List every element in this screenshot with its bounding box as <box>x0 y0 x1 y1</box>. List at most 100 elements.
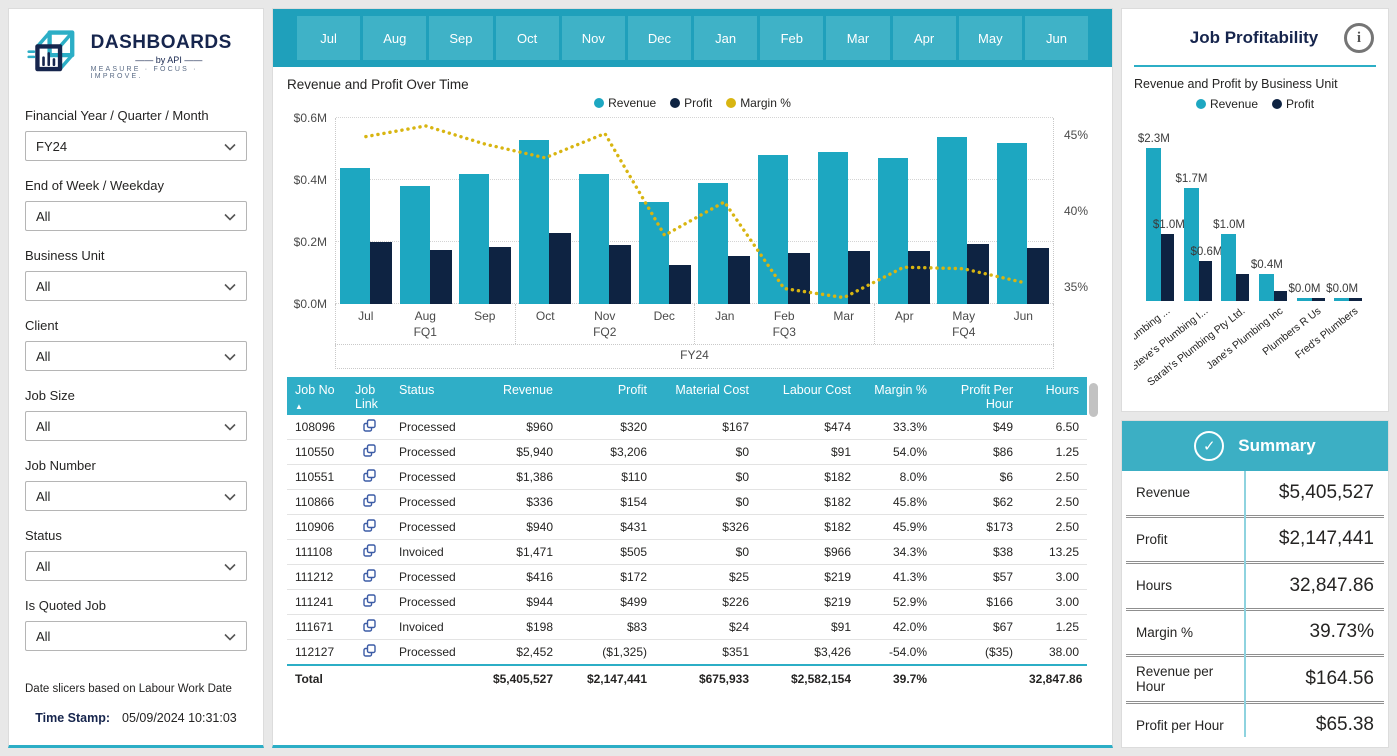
column-header-labour-cost[interactable]: Labour Cost <box>757 377 859 415</box>
tab-month-apr[interactable]: Apr <box>893 16 956 60</box>
link-icon[interactable] <box>363 471 376 485</box>
tab-month-feb[interactable]: Feb <box>760 16 823 60</box>
summary-value: $5,405,527 <box>1241 482 1374 504</box>
slicer-dropdown[interactable]: All <box>25 201 247 231</box>
tab-month-jun[interactable]: Jun <box>1025 16 1088 60</box>
cell-value: $167 <box>655 415 757 440</box>
slicer-dropdown[interactable]: All <box>25 271 247 301</box>
table-row[interactable]: 110866Processed$336$154$0$18245.8%$622.5… <box>287 490 1087 515</box>
tab-month-nov[interactable]: Nov <box>562 16 625 60</box>
slicer-dropdown[interactable]: All <box>25 621 247 651</box>
jobs-table-header: Job No▲Job LinkStatusRevenueProfitMateri… <box>287 377 1087 415</box>
bar-group-jan[interactable] <box>695 118 755 304</box>
cell-value: $960 <box>467 415 561 440</box>
column-header-material-cost[interactable]: Material Cost <box>655 377 757 415</box>
dashboard-page: DASHBOARDS —— by API —— MEASURE · FOCUS … <box>0 0 1397 756</box>
bar-group-feb[interactable] <box>754 118 814 304</box>
column-header-profit-per-hour[interactable]: Profit Per Hour <box>935 377 1021 415</box>
profit-bar <box>1199 261 1212 301</box>
column-header-revenue[interactable]: Revenue <box>467 377 561 415</box>
bar-group-aug[interactable] <box>396 118 456 304</box>
slicer-label: Job Number <box>25 458 247 473</box>
link-icon[interactable] <box>363 446 376 460</box>
column-header-job-no[interactable]: Job No▲ <box>287 377 347 415</box>
cell-value: $67 <box>935 615 1021 640</box>
bar-group-dec[interactable] <box>635 118 695 304</box>
link-icon[interactable] <box>363 521 376 535</box>
slicer-dropdown[interactable]: All <box>25 551 247 581</box>
cell-job-link <box>347 640 391 666</box>
cell-value: $226 <box>655 590 757 615</box>
y-axis-tick-label: $0.4M <box>294 173 327 187</box>
summary-card: ✓ Summary Revenue$5,405,527Profit$2,147,… <box>1121 420 1389 748</box>
link-icon[interactable] <box>363 596 376 610</box>
bar-group-jun[interactable] <box>993 118 1053 304</box>
chevron-down-icon <box>224 559 236 574</box>
summary-row-hours: Hours32,847.86 <box>1126 564 1384 611</box>
table-row[interactable]: 111671Invoiced$198$83$24$9142.0%$671.25 <box>287 615 1087 640</box>
cell-value: $0 <box>655 440 757 465</box>
slicer-label: Status <box>25 528 247 543</box>
revenue-bar <box>1184 188 1199 301</box>
slicer-dropdown[interactable]: All <box>25 341 247 371</box>
bar-group-mar[interactable] <box>814 118 874 304</box>
chart-title: Revenue and Profit Over Time <box>287 77 1098 92</box>
jobs-table-wrap: Job No▲Job LinkStatusRevenueProfitMateri… <box>287 377 1098 745</box>
bar-group-oct[interactable] <box>515 118 575 304</box>
cell-value: 13.25 <box>1021 540 1087 565</box>
column-header-margin-%[interactable]: Margin % <box>859 377 935 415</box>
bar-group-apr[interactable] <box>874 118 934 304</box>
bar-group-may[interactable] <box>934 118 994 304</box>
tab-month-mar[interactable]: Mar <box>826 16 889 60</box>
y-axis-right: 35%40%45% <box>1054 118 1098 304</box>
link-icon[interactable] <box>363 496 376 510</box>
table-row[interactable]: 110551Processed$1,386$110$0$1828.0%$62.5… <box>287 465 1087 490</box>
table-row[interactable]: 112127Processed$2,452($1,325)$351$3,426-… <box>287 640 1087 666</box>
cell-value: 3.00 <box>1021 565 1087 590</box>
cell-status: Processed <box>391 440 467 465</box>
bar-data-label: $1.0M <box>1213 219 1245 231</box>
table-row[interactable]: 110906Processed$940$431$326$18245.9%$173… <box>287 515 1087 540</box>
link-icon[interactable] <box>363 546 376 560</box>
column-header-status[interactable]: Status <box>391 377 467 415</box>
link-icon[interactable] <box>363 621 376 635</box>
tab-month-aug[interactable]: Aug <box>363 16 426 60</box>
table-row[interactable]: 110550Processed$5,940$3,206$0$9154.0%$86… <box>287 440 1087 465</box>
table-row[interactable]: 111108Invoiced$1,471$505$0$96634.3%$3813… <box>287 540 1087 565</box>
slicer-dropdown[interactable]: All <box>25 481 247 511</box>
cell-value: 45.9% <box>859 515 935 540</box>
tab-month-jan[interactable]: Jan <box>694 16 757 60</box>
bar-group-jul[interactable] <box>336 118 396 304</box>
tab-month-dec[interactable]: Dec <box>628 16 691 60</box>
table-scrollbar-thumb[interactable] <box>1089 383 1098 417</box>
tab-month-sep[interactable]: Sep <box>429 16 492 60</box>
summary-title: Summary <box>1238 436 1315 456</box>
revenue-bar <box>519 140 549 304</box>
bar-group-sep[interactable] <box>456 118 516 304</box>
tab-month-may[interactable]: May <box>959 16 1022 60</box>
slicer-dropdown[interactable]: All <box>25 411 247 441</box>
column-header-hours[interactable]: Hours <box>1021 377 1087 415</box>
total-label: Total <box>287 665 467 692</box>
profit-bar <box>1161 234 1174 301</box>
link-icon[interactable] <box>363 646 376 660</box>
slicer-group: End of Week / WeekdayAll <box>25 178 247 231</box>
cell-job-no: 110550 <box>287 440 347 465</box>
tab-month-oct[interactable]: Oct <box>496 16 559 60</box>
revenue-bar <box>818 152 848 304</box>
column-header-job-link[interactable]: Job Link <box>347 377 391 415</box>
info-icon[interactable]: i <box>1344 23 1374 53</box>
column-header-profit[interactable]: Profit <box>561 377 655 415</box>
table-row[interactable]: 111241Processed$944$499$226$21952.9%$166… <box>287 590 1087 615</box>
link-icon[interactable] <box>363 571 376 585</box>
tab-month-jul[interactable]: Jul <box>297 16 360 60</box>
cell-job-link <box>347 565 391 590</box>
legend-label: Revenue <box>1210 97 1258 111</box>
slicer-dropdown[interactable]: FY24 <box>25 131 247 161</box>
legend-item: Profit <box>670 96 712 110</box>
table-row[interactable]: 111212Processed$416$172$25$21941.3%$573.… <box>287 565 1087 590</box>
table-row[interactable]: 108096Processed$960$320$167$47433.3%$496… <box>287 415 1087 440</box>
slicer-label: Business Unit <box>25 248 247 263</box>
link-icon[interactable] <box>363 421 376 435</box>
bar-group-nov[interactable] <box>575 118 635 304</box>
